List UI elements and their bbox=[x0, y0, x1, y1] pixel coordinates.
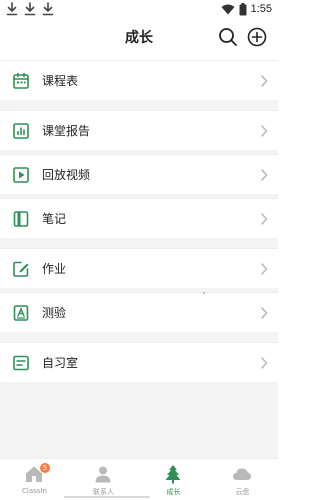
tab-cloud-drive[interactable]: 云盘 bbox=[208, 459, 277, 500]
menu-item-notes[interactable]: 笔记 bbox=[0, 198, 278, 238]
edit-homework-icon bbox=[13, 261, 29, 277]
divider-dot bbox=[203, 292, 205, 294]
notification-badge: 5 bbox=[40, 463, 50, 473]
chevron-right-icon bbox=[261, 169, 268, 181]
menu-item-homework[interactable]: 作业 bbox=[0, 248, 278, 288]
status-bar: 1:55 bbox=[0, 0, 278, 20]
download-icon bbox=[24, 2, 36, 16]
chevron-right-icon bbox=[261, 213, 268, 225]
download-icon bbox=[42, 2, 54, 16]
menu-item-playback-video[interactable]: 回放视频 bbox=[0, 154, 278, 194]
tab-label: 云盘 bbox=[235, 488, 250, 496]
wifi-icon bbox=[221, 4, 235, 14]
tab-classin[interactable]: 5 ClassIn bbox=[0, 459, 69, 500]
tree-icon bbox=[165, 465, 181, 484]
tab-growth[interactable]: 成长 bbox=[139, 459, 208, 500]
home-indicator bbox=[64, 496, 150, 498]
tab-contacts[interactable]: 联系人 bbox=[69, 459, 138, 500]
download-icon bbox=[6, 2, 18, 16]
report-chart-icon bbox=[13, 123, 29, 139]
chevron-right-icon bbox=[261, 75, 268, 87]
search-icon[interactable] bbox=[217, 26, 239, 48]
status-time: 1:55 bbox=[250, 3, 272, 15]
menu-item-class-report[interactable]: 课堂报告 bbox=[0, 110, 278, 150]
battery-icon bbox=[239, 2, 247, 15]
chevron-right-icon bbox=[261, 125, 268, 137]
menu-item-label: 作业 bbox=[42, 262, 67, 276]
chevron-right-icon bbox=[261, 307, 268, 319]
menu-item-study-room[interactable]: 自习室 bbox=[0, 342, 278, 382]
menu-item-schedule[interactable]: 课程表 bbox=[0, 60, 278, 100]
add-circle-icon[interactable] bbox=[246, 26, 268, 48]
contacts-icon bbox=[95, 466, 111, 483]
menu-item-label: 测验 bbox=[42, 306, 67, 320]
chevron-right-icon bbox=[261, 357, 268, 369]
menu-item-label: 课程表 bbox=[42, 74, 79, 88]
menu-item-label: 笔记 bbox=[42, 212, 67, 226]
tab-label: ClassIn bbox=[22, 487, 47, 495]
notebook-icon bbox=[13, 211, 29, 227]
cloud-icon bbox=[233, 468, 251, 480]
top-header: 成长 bbox=[0, 20, 278, 54]
menu-item-label: 课堂报告 bbox=[42, 124, 91, 138]
bottom-tab-bar: 5 ClassIn 联系人 成长 云盘 bbox=[0, 458, 278, 500]
menu-item-label: 回放视频 bbox=[42, 168, 91, 182]
calendar-icon bbox=[13, 72, 29, 89]
menu-item-label: 自习室 bbox=[42, 356, 79, 370]
chevron-right-icon bbox=[261, 263, 268, 275]
quiz-icon bbox=[13, 305, 29, 321]
study-room-icon bbox=[13, 355, 29, 371]
menu-item-quiz[interactable]: 测验 bbox=[0, 292, 278, 332]
play-video-icon bbox=[13, 167, 29, 183]
